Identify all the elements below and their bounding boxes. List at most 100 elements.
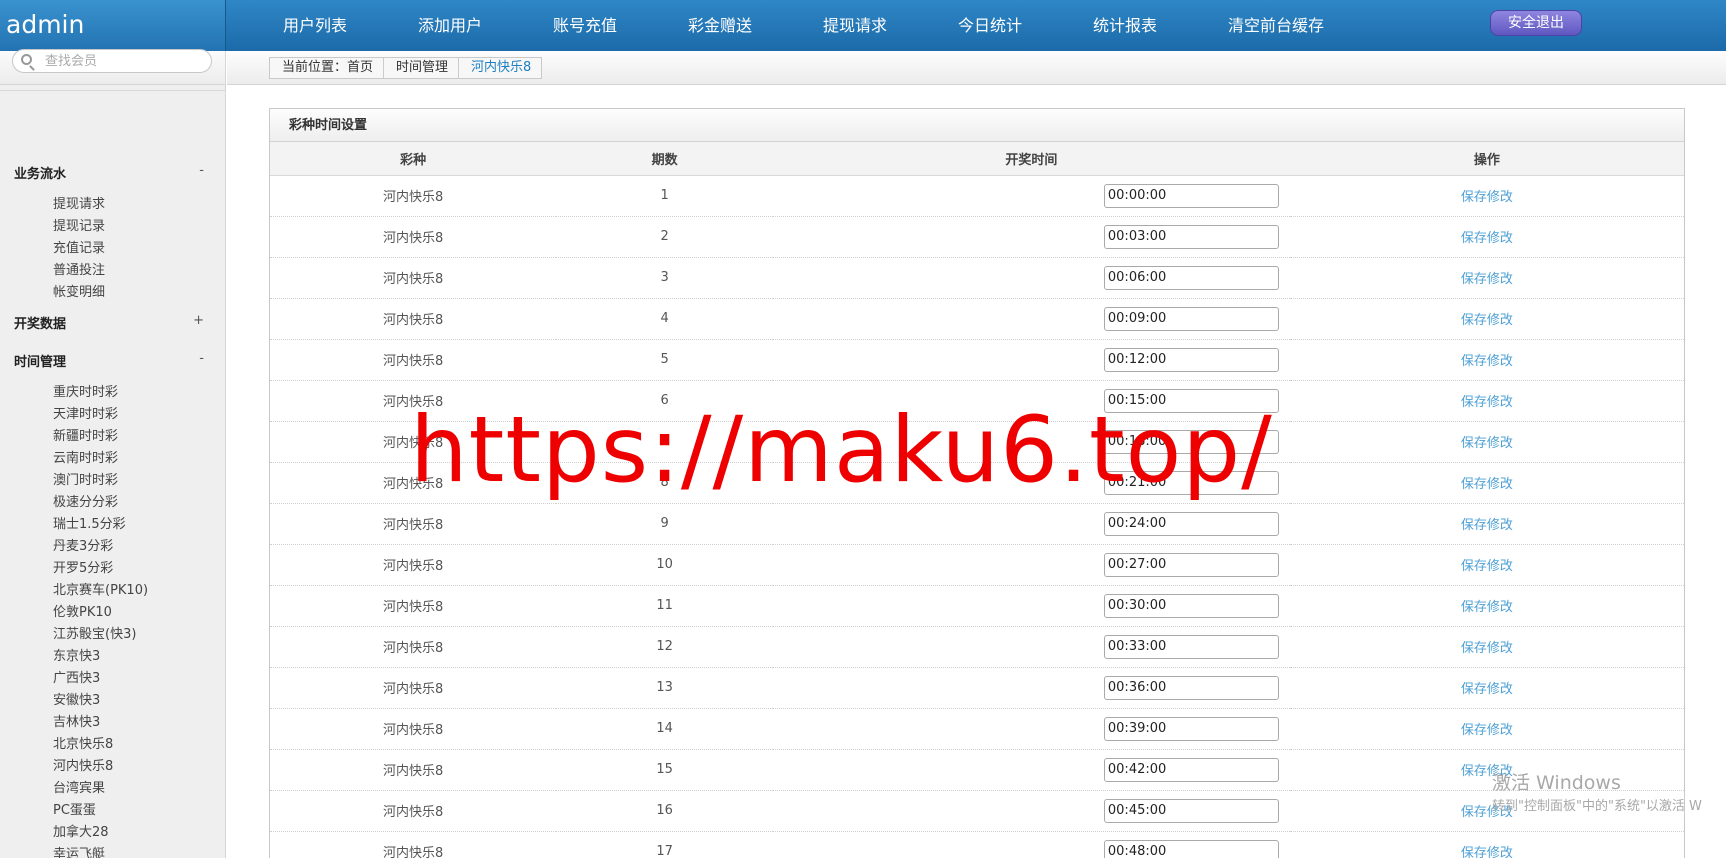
- sidebar-item[interactable]: 帐变明细: [53, 281, 105, 300]
- member-search[interactable]: [12, 49, 212, 73]
- draw-time-input[interactable]: [1103, 265, 1279, 290]
- save-button[interactable]: 保存修改: [1461, 641, 1513, 656]
- sidebar-group[interactable]: 开奖数据 +: [14, 313, 204, 332]
- save-button[interactable]: 保存修改: [1461, 272, 1513, 287]
- draw-time-input[interactable]: [1103, 757, 1279, 782]
- draw-time-input[interactable]: [1103, 511, 1279, 536]
- sidebar-item[interactable]: 充值记录: [53, 237, 105, 256]
- lottery-cell: 河内快乐8: [270, 585, 557, 627]
- action-cell: 保存修改: [1289, 462, 1684, 504]
- sidebar-item[interactable]: 台湾宾果: [53, 777, 105, 796]
- sidebar-item[interactable]: 北京快乐8: [53, 733, 113, 752]
- action-cell: 保存修改: [1289, 708, 1684, 750]
- draw-time-cell: [772, 585, 1290, 627]
- sidebar-group[interactable]: 业务流水 -: [14, 163, 204, 182]
- action-cell: 保存修改: [1289, 298, 1684, 340]
- col-action: 操作: [1289, 142, 1684, 176]
- sidebar-item[interactable]: 天津时时彩: [53, 403, 118, 422]
- draw-time-input[interactable]: [1103, 183, 1279, 208]
- draw-time-input[interactable]: [1103, 306, 1279, 331]
- breadcrumb-home[interactable]: 当前位置：首页: [270, 58, 383, 78]
- draw-time-input[interactable]: [1103, 347, 1279, 372]
- sidebar-item[interactable]: 广西快3: [53, 667, 100, 686]
- save-button[interactable]: 保存修改: [1461, 723, 1513, 738]
- sidebar-item[interactable]: 安徽快3: [53, 689, 100, 708]
- sidebar-item[interactable]: 加拿大28: [53, 821, 109, 840]
- sidebar-item[interactable]: 伦敦PK10: [53, 601, 112, 620]
- draw-time-input[interactable]: [1103, 634, 1279, 659]
- table-row: 河内快乐810 保存修改: [270, 544, 1684, 586]
- sidebar-group-title: 业务流水: [14, 167, 67, 182]
- logout-button[interactable]: 安全退出: [1490, 10, 1582, 36]
- nav-item[interactable]: 添加用户: [418, 0, 482, 51]
- save-button[interactable]: 保存修改: [1461, 190, 1513, 205]
- sidebar-item[interactable]: 澳门时时彩: [53, 469, 118, 488]
- sidebar-item[interactable]: 丹麦3分彩: [53, 535, 113, 554]
- nav-item[interactable]: 清空前台缓存: [1228, 0, 1324, 51]
- search-input[interactable]: [45, 52, 205, 70]
- nav-item[interactable]: 账号充值: [553, 0, 617, 51]
- nav-item[interactable]: 提现请求: [823, 0, 887, 51]
- sidebar-item[interactable]: 江苏骰宝(快3): [53, 623, 136, 642]
- save-button[interactable]: 保存修改: [1461, 682, 1513, 697]
- sidebar-item[interactable]: 极速分分彩: [53, 491, 118, 510]
- save-button[interactable]: 保存修改: [1461, 436, 1513, 451]
- draw-time-cell: [772, 667, 1290, 709]
- lottery-cell: 河内快乐8: [270, 257, 557, 299]
- sidebar-group-title: 时间管理: [14, 355, 67, 370]
- draw-time-cell: [772, 339, 1290, 381]
- draw-time-input[interactable]: [1103, 716, 1279, 741]
- collapse-icon[interactable]: -: [199, 351, 204, 366]
- sidebar-item[interactable]: 重庆时时彩: [53, 381, 118, 400]
- sidebar-item[interactable]: 普通投注: [53, 259, 105, 278]
- draw-time-input[interactable]: [1103, 224, 1279, 249]
- lottery-cell: 河内快乐8: [270, 503, 557, 545]
- issue-cell: 2: [556, 216, 773, 258]
- action-cell: 保存修改: [1289, 257, 1684, 299]
- draw-time-input[interactable]: [1103, 593, 1279, 618]
- sidebar-group[interactable]: 时间管理 -: [14, 351, 204, 370]
- nav-item[interactable]: 今日统计: [958, 0, 1022, 51]
- draw-time-cell: [772, 503, 1290, 545]
- nav-item[interactable]: 彩金赠送: [688, 0, 752, 51]
- save-button[interactable]: 保存修改: [1461, 313, 1513, 328]
- sidebar-item[interactable]: 瑞士1.5分彩: [53, 513, 126, 532]
- sidebar-item[interactable]: 新疆时时彩: [53, 425, 118, 444]
- collapse-icon[interactable]: -: [199, 163, 204, 178]
- sidebar-item[interactable]: 提现请求: [53, 193, 105, 212]
- nav-item[interactable]: 统计报表: [1093, 0, 1157, 51]
- table-row: 河内快乐815 保存修改: [270, 749, 1684, 791]
- sidebar-item[interactable]: 东京快3: [53, 645, 100, 664]
- breadcrumb-item[interactable]: 时间管理: [383, 58, 458, 78]
- draw-time-cell: [772, 298, 1290, 340]
- table-row: 河内快乐814 保存修改: [270, 708, 1684, 750]
- sidebar-item[interactable]: 幸运飞艇: [53, 843, 105, 858]
- sidebar-item[interactable]: 云南时时彩: [53, 447, 118, 466]
- sidebar-item[interactable]: 提现记录: [53, 215, 105, 234]
- action-cell: 保存修改: [1289, 503, 1684, 545]
- save-button[interactable]: 保存修改: [1461, 600, 1513, 615]
- save-button[interactable]: 保存修改: [1461, 395, 1513, 410]
- table-row: 河内快乐81 保存修改: [270, 175, 1684, 217]
- sidebar-item[interactable]: 北京赛车(PK10): [53, 579, 148, 598]
- save-button[interactable]: 保存修改: [1461, 559, 1513, 574]
- nav-item[interactable]: 用户列表: [283, 0, 347, 51]
- save-button[interactable]: 保存修改: [1461, 354, 1513, 369]
- issue-cell: 14: [556, 708, 773, 750]
- save-button[interactable]: 保存修改: [1461, 477, 1513, 492]
- sidebar-item[interactable]: 开罗5分彩: [53, 557, 113, 576]
- draw-time-input[interactable]: [1103, 675, 1279, 700]
- lottery-cell: 河内快乐8: [270, 175, 557, 217]
- save-button[interactable]: 保存修改: [1461, 231, 1513, 246]
- draw-time-input[interactable]: [1103, 839, 1279, 858]
- issue-cell: 11: [556, 585, 773, 627]
- save-button[interactable]: 保存修改: [1461, 518, 1513, 533]
- sidebar-item[interactable]: 吉林快3: [53, 711, 100, 730]
- expand-icon[interactable]: +: [193, 313, 204, 328]
- sidebar-item[interactable]: PC蛋蛋: [53, 799, 96, 818]
- draw-time-input[interactable]: [1103, 552, 1279, 577]
- brand: admin: [0, 0, 226, 51]
- save-button[interactable]: 保存修改: [1461, 846, 1513, 858]
- draw-time-input[interactable]: [1103, 798, 1279, 823]
- sidebar-item[interactable]: 河内快乐8: [53, 755, 113, 774]
